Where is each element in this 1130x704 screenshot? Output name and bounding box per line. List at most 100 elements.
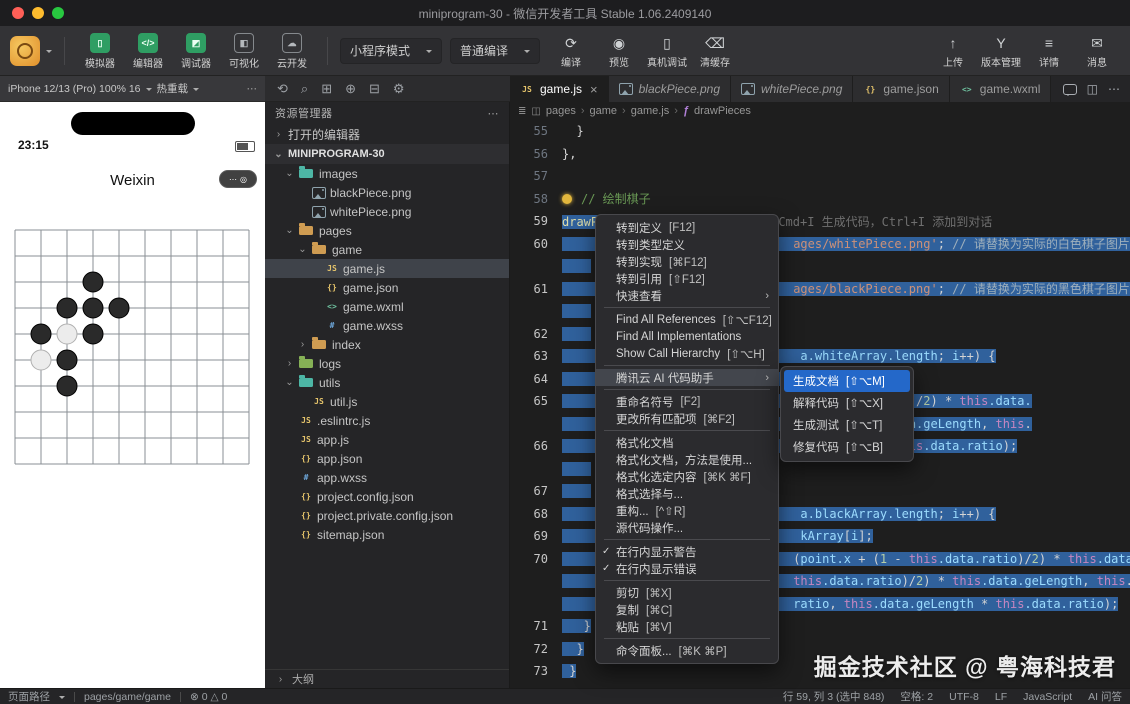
simulator-button[interactable]: ▯模拟器	[77, 31, 123, 70]
code-line[interactable]: 58// 绘制棋子	[510, 188, 1130, 211]
line-number[interactable]: 69	[510, 529, 562, 543]
context-menu-item[interactable]: 粘贴[⌘V]	[596, 618, 778, 635]
context-menu-item[interactable]: 更改所有匹配项[⌘F2]	[596, 410, 778, 427]
tree-item-game[interactable]: ⌄game	[265, 240, 509, 259]
visual-button[interactable]: ◧可视化	[221, 31, 267, 70]
tree-item-sitemap.json[interactable]: {}sitemap.json	[265, 525, 509, 544]
breadcrumb-item[interactable]: drawPieces	[694, 105, 751, 117]
device-selector[interactable]: iPhone 12/13 (Pro) 100% 16	[8, 83, 141, 95]
mode-dropdown[interactable]: 小程序模式	[340, 38, 442, 64]
context-menu-item[interactable]: 腾讯云 AI 代码助手›	[596, 369, 778, 386]
account-avatar[interactable]	[10, 36, 40, 66]
tree-item-blackPiece.png[interactable]: blackPiece.png	[265, 183, 509, 202]
submenu-item[interactable]: 修复代码[⇧⌥B]	[784, 436, 910, 458]
line-number[interactable]: 73	[510, 664, 562, 678]
tree-item-app.wxss[interactable]: #app.wxss	[265, 468, 509, 487]
editor-tab-blackPiece.png[interactable]: blackPiece.png	[609, 76, 731, 102]
page-path-value[interactable]: pages/game/game	[84, 691, 171, 703]
line-number[interactable]: 67	[510, 484, 562, 498]
more-icon[interactable]: ⋯	[247, 83, 258, 95]
message-button[interactable]: ✉消息	[1074, 33, 1120, 69]
submenu-item[interactable]: 生成测试[⇧⌥T]	[784, 414, 910, 436]
outline-section[interactable]: › 大纲	[265, 669, 509, 688]
line-number[interactable]: 55	[510, 124, 562, 138]
context-menu-item[interactable]: 命令面板...[⌘K ⌘P]	[596, 642, 778, 659]
open-editors-section[interactable]: › 打开的编辑器	[265, 124, 509, 144]
context-menu-item[interactable]: 快速查看›	[596, 287, 778, 304]
preview-button[interactable]: ◉预览	[596, 33, 642, 69]
context-menu-item[interactable]: Show Call Hierarchy[⇧⌥H]	[596, 345, 778, 362]
gomoku-board[interactable]	[5, 220, 259, 474]
code-line[interactable]: 55 }	[510, 120, 1130, 143]
chat-icon[interactable]	[1063, 84, 1077, 95]
editor-tab-game.wxml[interactable]: <>game.wxml	[950, 76, 1052, 102]
tree-item-game.wxml[interactable]: <>game.wxml	[265, 297, 509, 316]
close-window-button[interactable]	[12, 7, 24, 19]
line-number[interactable]: 72	[510, 642, 562, 656]
context-menu-item[interactable]: 剪切[⌘X]	[596, 584, 778, 601]
tree-item-util.js[interactable]: JSutil.js	[265, 392, 509, 411]
search-icon[interactable]: ⌕	[301, 81, 308, 97]
upload-button[interactable]: ↑上传	[930, 33, 976, 69]
line-number[interactable]: 71	[510, 619, 562, 633]
minimize-window-button[interactable]	[32, 7, 44, 19]
problems-indicator[interactable]: ⊗ 0 △ 0	[190, 691, 227, 703]
status-item[interactable]: 行 59, 列 3 (选中 848)	[783, 689, 885, 704]
more-icon[interactable]: ⋯	[1108, 82, 1120, 96]
zoom-window-button[interactable]	[52, 7, 64, 19]
context-menu-item[interactable]: 转到定义[F12]	[596, 219, 778, 236]
tree-item-project.private.config.json[interactable]: {}project.private.config.json	[265, 506, 509, 525]
code-line[interactable]: 57	[510, 165, 1130, 188]
context-menu-item[interactable]: 重命名符号[F2]	[596, 393, 778, 410]
editor-tab-game.json[interactable]: {}game.json	[853, 76, 949, 102]
page-path-label[interactable]: 页面路径	[8, 689, 50, 704]
line-number[interactable]: 68	[510, 507, 562, 521]
tree-item-pages[interactable]: ⌄pages	[265, 221, 509, 240]
context-menu-item[interactable]: 转到类型定义	[596, 236, 778, 253]
tree-item-whitePiece.png[interactable]: whitePiece.png	[265, 202, 509, 221]
line-number[interactable]: 63	[510, 349, 562, 363]
compile-button[interactable]: ⟳编译	[548, 33, 594, 69]
cloud-dev-button[interactable]: ☁云开发	[269, 31, 315, 70]
context-menu-item[interactable]: 重构...[^⇧R]	[596, 502, 778, 519]
editor-tab-game.js[interactable]: JSgame.js×	[510, 76, 609, 102]
version-button[interactable]: Y版本管理	[978, 33, 1024, 69]
tree-item-game.wxss[interactable]: #game.wxss	[265, 316, 509, 335]
line-number[interactable]: 66	[510, 439, 562, 453]
tree-item-logs[interactable]: ›logs	[265, 354, 509, 373]
tree-item-game.json[interactable]: {}game.json	[265, 278, 509, 297]
context-menu-item[interactable]: 格式选择与...	[596, 485, 778, 502]
tree-item-app.json[interactable]: {}app.json	[265, 449, 509, 468]
code-line[interactable]: 56},	[510, 143, 1130, 166]
hot-reload-toggle[interactable]: 热重载	[157, 81, 189, 96]
breadcrumb-item[interactable]: game	[590, 105, 618, 117]
context-menu-item[interactable]: Find All References[⇧⌥F12]	[596, 311, 778, 328]
device-debug-button[interactable]: ▯真机调试	[644, 33, 690, 69]
status-item[interactable]: UTF-8	[949, 691, 979, 703]
collapse-all-icon[interactable]: ⊟	[369, 81, 380, 97]
line-number[interactable]: 57	[510, 169, 562, 183]
line-number[interactable]: 61	[510, 282, 562, 296]
line-number[interactable]: 62	[510, 327, 562, 341]
split-editor-icon[interactable]: ◫	[1087, 82, 1098, 96]
breadcrumb-item[interactable]: game.js	[631, 105, 670, 117]
tree-item-utils[interactable]: ⌄utils	[265, 373, 509, 392]
tree-item-.eslintrc.js[interactable]: JS.eslintrc.js	[265, 411, 509, 430]
submenu-item[interactable]: 生成文档[⇧⌥M]	[784, 370, 910, 392]
bookmark-icon[interactable]: ◫	[531, 106, 540, 117]
new-folder-icon[interactable]: ⊕	[345, 81, 356, 97]
context-menu-item[interactable]: 转到引用[⇧F12]	[596, 270, 778, 287]
tree-item-game.js[interactable]: JSgame.js	[265, 259, 509, 278]
wechat-capsule[interactable]: ⋯ ◎	[219, 170, 257, 188]
project-root[interactable]: ⌄ MINIPROGRAM-30	[265, 144, 509, 164]
simulator-panel[interactable]: 23:15 Weixin ⋯ ◎	[0, 102, 265, 688]
editor-tab-whitePiece.png[interactable]: whitePiece.png	[731, 76, 853, 102]
status-item[interactable]: AI 问答	[1088, 689, 1122, 704]
status-item[interactable]: JavaScript	[1023, 691, 1072, 703]
context-menu-item[interactable]: ✓在行内显示警告	[596, 543, 778, 560]
context-menu-item[interactable]: 复制[⌘C]	[596, 601, 778, 618]
close-tab-icon[interactable]: ×	[590, 82, 598, 97]
editor-button[interactable]: </>编辑器	[125, 31, 171, 70]
line-number[interactable]: 64	[510, 372, 562, 386]
context-menu-item[interactable]: 格式化文档，方法是使用...	[596, 451, 778, 468]
